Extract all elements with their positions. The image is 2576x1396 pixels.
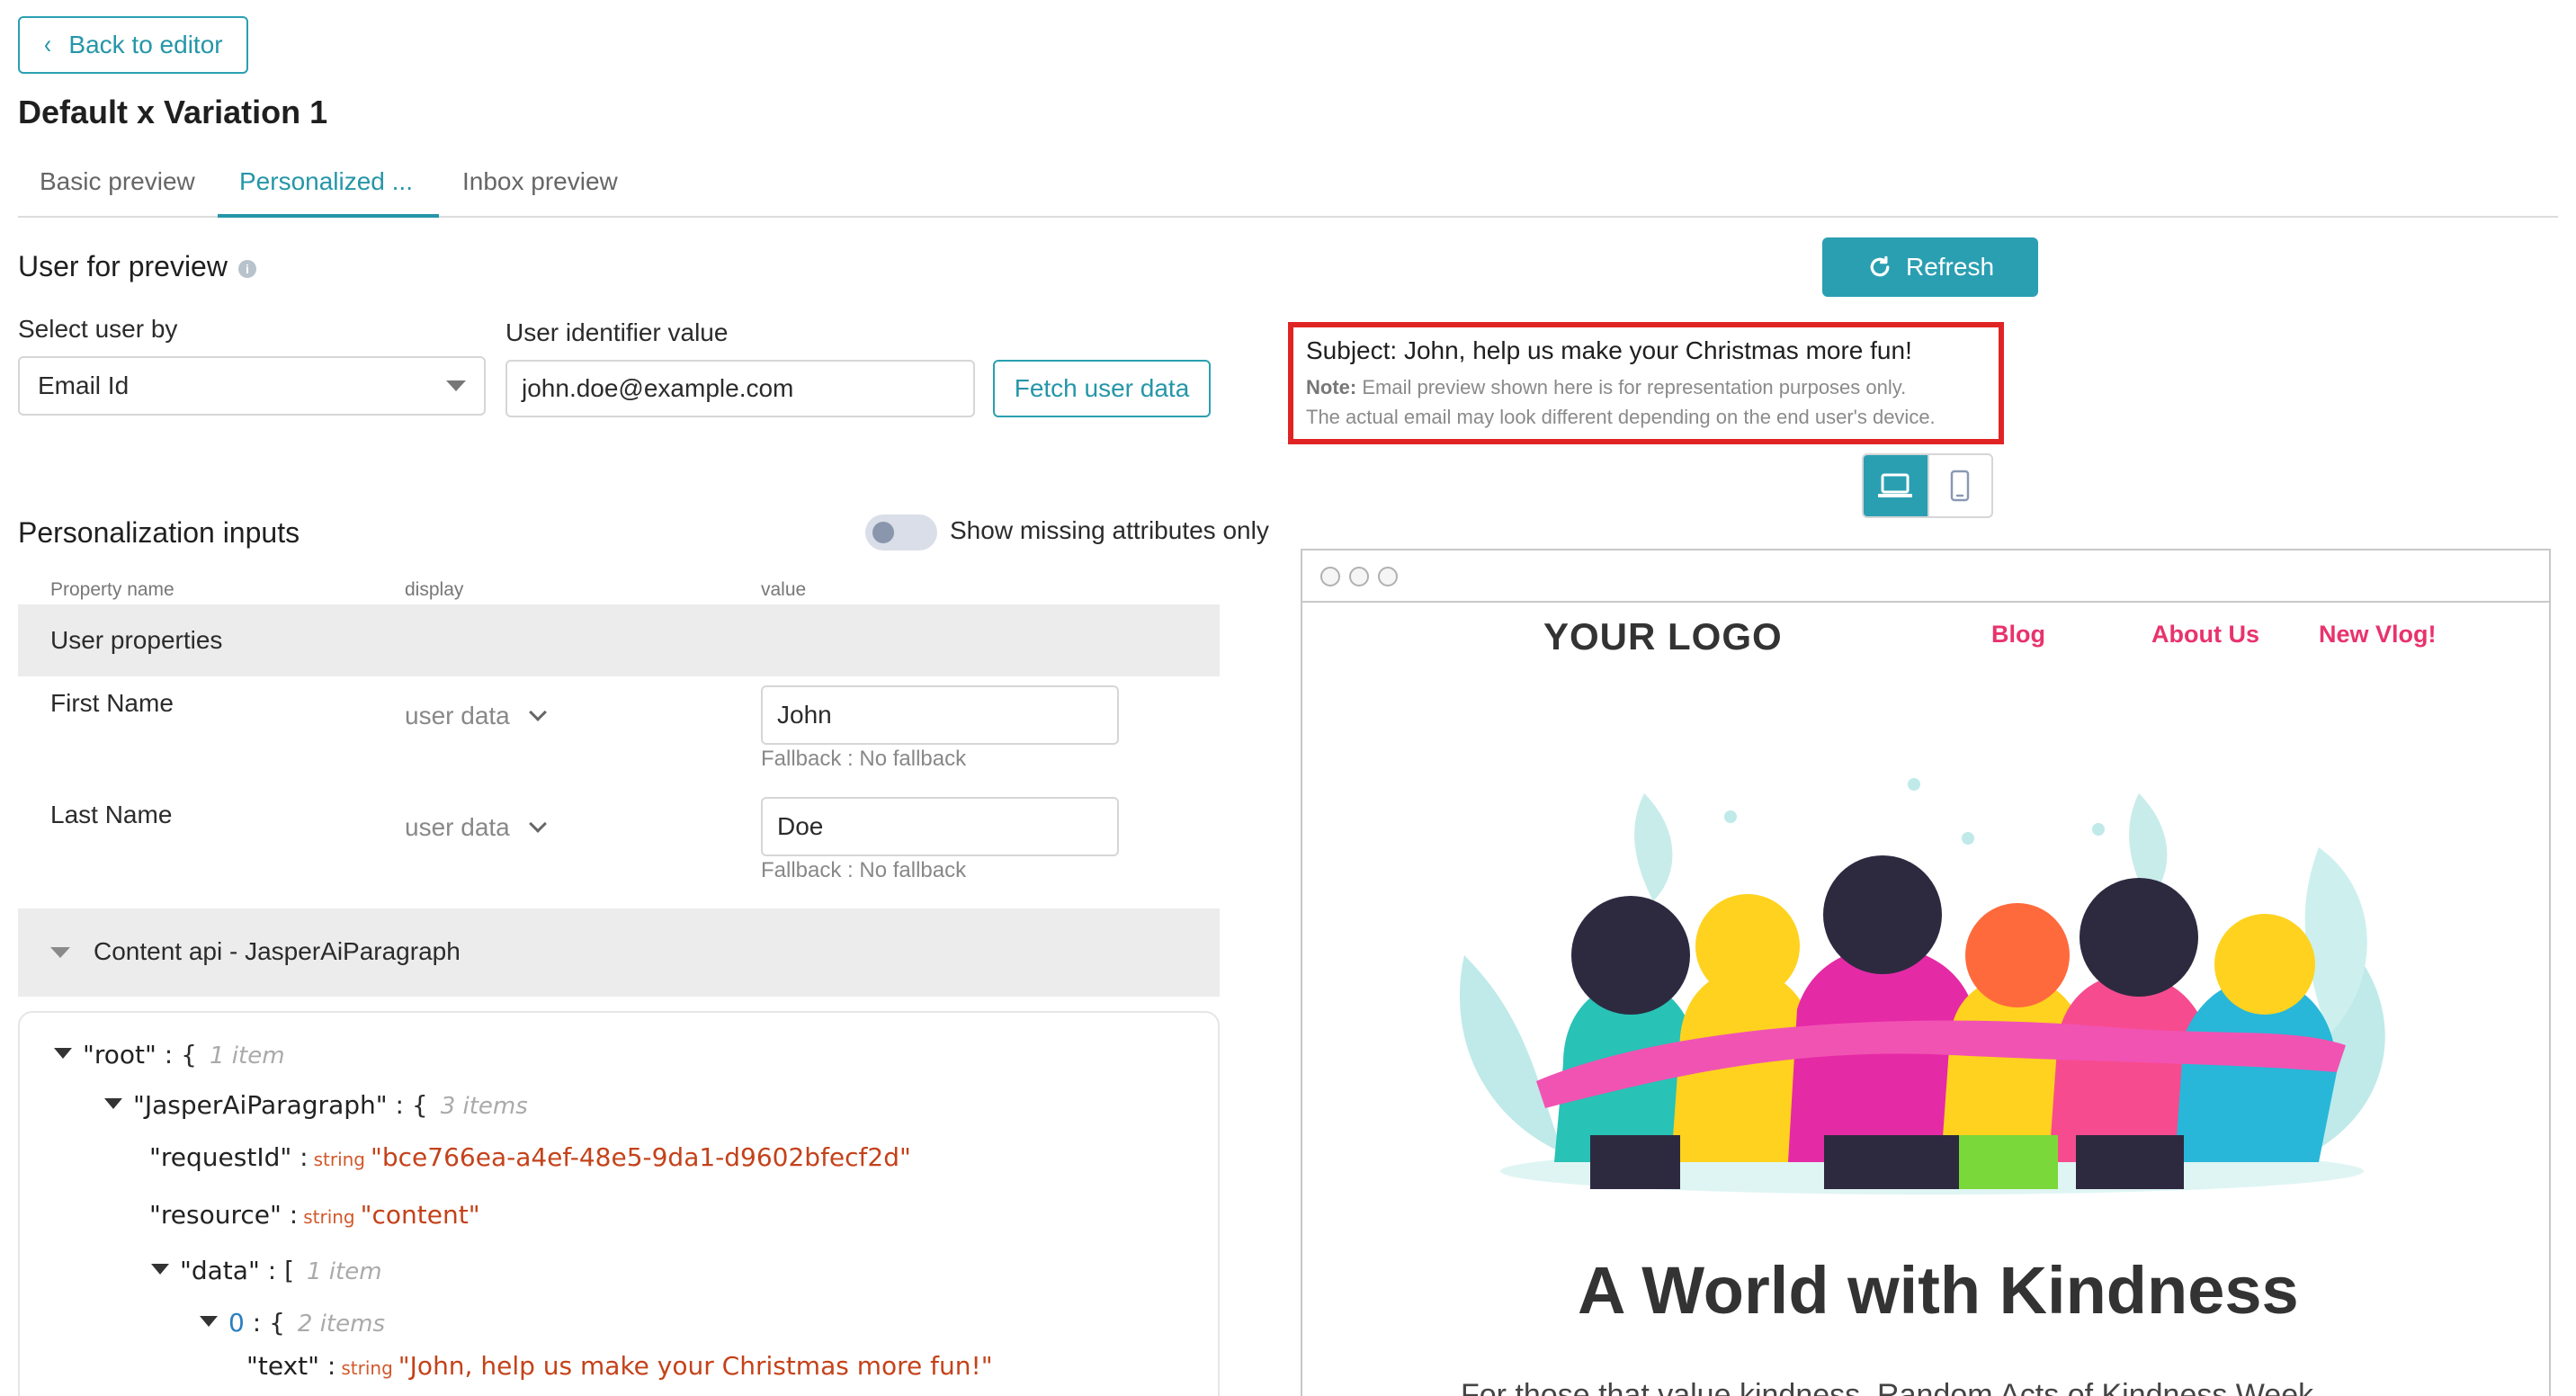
device-toggle [1862, 453, 1993, 518]
fetch-user-data-button[interactable]: Fetch user data [993, 360, 1211, 417]
window-dot [1349, 567, 1369, 586]
display-select-first-name[interactable]: user data [405, 702, 547, 730]
select-user-label: Select user by [18, 315, 178, 343]
content-api-group[interactable]: Content api - JasperAiParagraph [18, 908, 1220, 997]
json-key: "text" [246, 1351, 320, 1381]
expand-triangle-icon [104, 1098, 122, 1109]
select-user-dropdown[interactable]: Email Id [18, 356, 486, 416]
json-type: string [341, 1357, 393, 1379]
preview-tabs: Basic preview Personalized ... Inbox pre… [18, 158, 2558, 218]
expand-triangle-icon [54, 1048, 72, 1059]
refresh-label: Refresh [1905, 253, 1995, 281]
missing-attributes-toggle[interactable] [865, 515, 937, 550]
mobile-view-button[interactable] [1927, 455, 1991, 516]
column-display: display [405, 579, 464, 600]
window-dot [1320, 567, 1340, 586]
refresh-button[interactable]: Refresh [1822, 237, 2038, 297]
json-type: string [303, 1206, 355, 1228]
column-value: value [761, 579, 807, 600]
chevron-left-icon: ‹ [44, 30, 52, 59]
chevron-down-icon [528, 703, 547, 721]
user-properties-label: User properties [50, 626, 223, 654]
json-count: 1 item [209, 1043, 285, 1069]
expand-triangle-icon [200, 1316, 218, 1327]
back-button-label: Back to editor [68, 31, 223, 58]
email-nav-vlog[interactable]: New Vlog! [2319, 621, 2437, 649]
json-node-root[interactable]: "root" : {1 item [54, 1040, 285, 1069]
first-name-value-input[interactable]: John [761, 685, 1119, 745]
first-name-fallback: Fallback : No fallback [761, 747, 967, 771]
user-preview-heading: User for preview i [18, 250, 256, 283]
preview-note-line2: The actual email may look different depe… [1306, 406, 1936, 428]
identifier-input[interactable]: john.doe@example.com [505, 360, 975, 417]
email-headline: A World with Kindness [1578, 1253, 2299, 1328]
expand-triangle-icon [151, 1264, 169, 1275]
json-type: string [313, 1149, 365, 1170]
email-nav-about[interactable]: About Us [2151, 621, 2259, 649]
tab-personalized[interactable]: Personalized ... [218, 167, 439, 218]
json-key: 0 [228, 1308, 245, 1338]
display-select-last-name[interactable]: user data [405, 813, 547, 842]
json-key: "data" [180, 1256, 260, 1285]
column-property-name: Property name [50, 579, 174, 600]
json-value: "bce766ea-a4ef-48e5-9da1-d9602bfecf2d" [371, 1142, 911, 1172]
page-title: Default x Variation 1 [18, 94, 328, 130]
collapse-triangle-icon [50, 946, 70, 962]
note-label: Note: [1306, 376, 1357, 398]
select-user-value: Email Id [38, 371, 130, 399]
json-node-jasper[interactable]: "JasperAiParagraph" : {3 items [104, 1090, 528, 1120]
json-field-requestid: "requestId" : string "bce766ea-a4ef-48e5-9… [149, 1142, 911, 1172]
note-text: Email preview shown here is for represen… [1362, 376, 1907, 398]
tab-inbox-preview[interactable]: Inbox preview [441, 167, 640, 218]
json-key: "JasperAiParagraph" [133, 1090, 388, 1120]
caret-down-icon [446, 380, 466, 391]
json-field-text: "text" : string "John, help us make your C… [246, 1351, 993, 1381]
browser-bar [1302, 550, 2549, 603]
email-preview-frame: YOUR LOGO Blog About Us New Vlog! A Worl… [1301, 549, 2551, 1396]
toggle-label: Show missing attributes only [950, 516, 1269, 544]
json-key: "root" [83, 1040, 157, 1069]
display-value: user data [405, 702, 510, 729]
json-count: 1 item [307, 1258, 382, 1285]
json-key: "resource" [149, 1200, 282, 1230]
back-to-editor-button[interactable]: ‹ Back to editor [18, 16, 248, 74]
last-name-fallback: Fallback : No fallback [761, 858, 967, 882]
toggle-knob [872, 522, 894, 543]
json-count: 2 items [297, 1311, 385, 1338]
mobile-icon [1951, 470, 1970, 502]
json-count: 3 items [440, 1093, 528, 1120]
info-icon[interactable]: i [237, 259, 256, 278]
email-nav-blog[interactable]: Blog [1991, 621, 2045, 649]
hero-illustration [1459, 778, 2385, 1195]
email-subject-box: Subject: John, help us make your Christm… [1288, 322, 2004, 444]
laptop-icon [1878, 473, 1913, 497]
identifier-label: User identifier value [505, 318, 729, 346]
json-value: "John, help us make your Christmas more … [398, 1351, 993, 1381]
json-field-resource: "resource" : string "content" [149, 1200, 480, 1230]
window-dot [1378, 567, 1398, 586]
refresh-icon [1870, 255, 1890, 277]
chevron-down-icon [528, 815, 547, 833]
tab-basic-preview[interactable]: Basic preview [18, 167, 217, 218]
preview-note: Note: Email preview shown here is for re… [1306, 372, 1986, 402]
json-node-index[interactable]: 0 : {2 items [200, 1308, 385, 1338]
email-subline: For those that value kindness, Random Ac… [1461, 1378, 2314, 1396]
property-first-name: First Name [50, 689, 174, 717]
email-logo: YOUR LOGO [1543, 615, 1783, 658]
personalization-heading: Personalization inputs [18, 516, 300, 549]
property-last-name: Last Name [50, 801, 173, 828]
last-name-value-input[interactable]: Doe [761, 797, 1119, 856]
content-api-label: Content api - JasperAiParagraph [94, 937, 461, 965]
json-node-data[interactable]: "data" : [1 item [151, 1256, 382, 1285]
json-viewer: "root" : {1 item "JasperAiParagraph" : {… [18, 1011, 1220, 1396]
desktop-view-button[interactable] [1864, 455, 1928, 516]
user-properties-group[interactable]: User properties [18, 604, 1220, 676]
display-value: user data [405, 813, 510, 841]
json-value: "content" [360, 1200, 480, 1230]
email-subject: Subject: John, help us make your Christm… [1306, 336, 1912, 364]
json-key: "requestId" [149, 1142, 292, 1172]
user-preview-title: User for preview [18, 250, 228, 282]
